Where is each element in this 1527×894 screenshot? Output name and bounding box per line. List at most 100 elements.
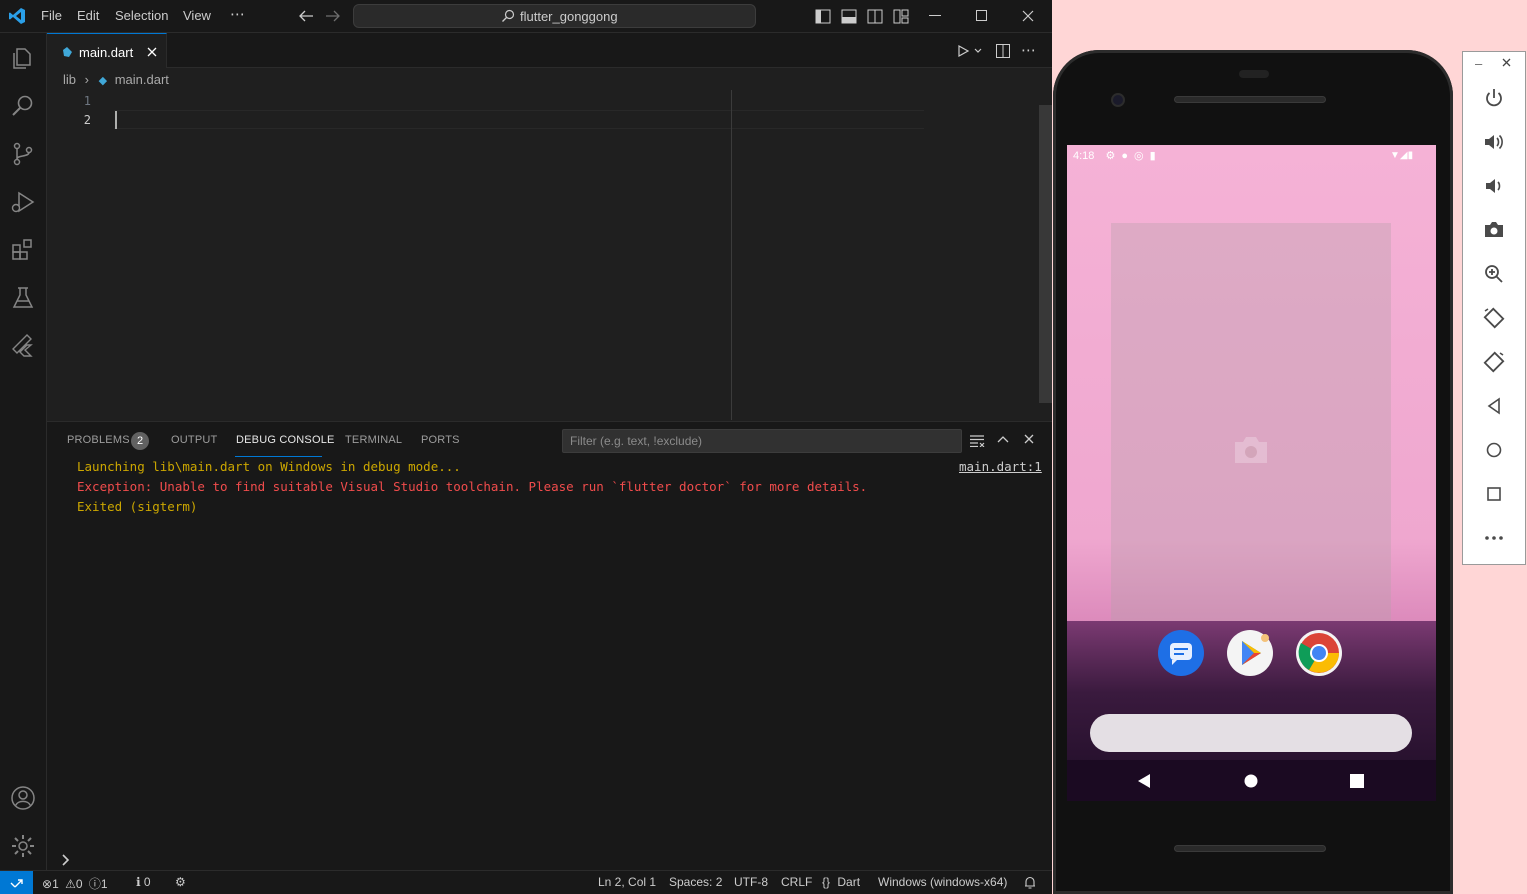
back-icon[interactable] <box>1483 395 1505 417</box>
warning-icon: ⚠ <box>65 877 76 891</box>
split-editor-icon[interactable] <box>996 44 1010 58</box>
title-bar: File Edit Selection View ⋯ flutter_gongg… <box>0 0 1052 33</box>
search-icon[interactable] <box>10 93 36 119</box>
android-screen[interactable]: 4:18 ⚙●◎▮ ▼◢▮ <box>1067 145 1436 801</box>
menu-view[interactable]: View <box>183 8 211 23</box>
remote-icon <box>10 876 23 889</box>
indentation[interactable]: Spaces: 2 <box>669 875 722 889</box>
flutter-icon[interactable] <box>10 333 36 359</box>
language-label: Dart <box>837 875 861 889</box>
breadcrumb-folder[interactable]: lib <box>63 72 76 87</box>
problems-status[interactable]: ⊗1 ⚠0 ⓘ1 <box>42 875 108 892</box>
source-location-link[interactable]: main.dart:1 <box>959 459 1042 474</box>
language-mode[interactable]: {} Dart <box>822 875 860 889</box>
clock: 4:18 <box>1073 150 1095 162</box>
line-number: 2 <box>83 113 91 127</box>
nav-back-icon[interactable] <box>1137 773 1151 789</box>
wifi-battery-icon: ▼◢▮ <box>1390 150 1414 161</box>
activity-bar <box>0 33 47 870</box>
breadcrumb-file[interactable]: main.dart <box>115 72 169 87</box>
close-icon[interactable] <box>1022 10 1034 22</box>
forward-arrow-icon[interactable] <box>325 9 341 23</box>
run-file-icon[interactable] <box>958 45 982 57</box>
search-icon <box>501 9 515 23</box>
tab-ports[interactable]: PORTS <box>421 434 460 446</box>
testing-icon[interactable] <box>10 285 36 311</box>
zoom-icon[interactable] <box>1483 263 1505 285</box>
console-prompt-chevron-icon[interactable] <box>61 854 70 866</box>
tab-terminal[interactable]: TERMINAL <box>345 434 402 446</box>
workspace-name: flutter_gonggong <box>520 9 618 24</box>
power-icon[interactable] <box>1483 87 1505 109</box>
clear-console-icon[interactable] <box>970 435 985 447</box>
emulator-toolbar: – <box>1462 51 1526 565</box>
text-cursor <box>115 111 117 129</box>
camera-placeholder-icon <box>1232 435 1270 465</box>
dart-file-icon: ◆ <box>98 75 108 87</box>
source-control-icon[interactable] <box>10 141 36 167</box>
command-center-search[interactable]: flutter_gonggong <box>353 4 756 28</box>
toggle-primary-sidebar-icon[interactable] <box>815 9 831 24</box>
camera-icon[interactable] <box>1483 219 1505 241</box>
volume-down-icon[interactable] <box>1483 175 1505 197</box>
overview-icon[interactable] <box>1483 483 1505 505</box>
menu-more[interactable]: ⋯ <box>230 5 245 23</box>
scrollbar-thumb[interactable] <box>1039 105 1052 403</box>
maximize-icon[interactable] <box>976 10 988 22</box>
settings-gear-icon[interactable] <box>10 833 36 859</box>
code-editor[interactable]: 1 2 <box>47 90 1052 420</box>
play-store-icon[interactable] <box>1227 630 1273 676</box>
cursor-position[interactable]: Ln 2, Col 1 <box>598 875 656 889</box>
nav-overview-icon[interactable] <box>1350 774 1364 788</box>
home-icon[interactable] <box>1483 439 1505 461</box>
customize-layout-icon[interactable] <box>893 9 909 24</box>
close-panel-icon[interactable] <box>1024 434 1034 444</box>
console-filter-input[interactable]: Filter (e.g. text, !exclude) <box>562 429 962 453</box>
end-of-line[interactable]: CRLF <box>781 875 812 889</box>
flutter-device[interactable]: Windows (windows-x64) <box>878 875 1007 889</box>
menu-edit[interactable]: Edit <box>77 8 99 23</box>
rotate-left-icon[interactable] <box>1483 307 1505 329</box>
minimize-icon[interactable] <box>929 15 941 17</box>
bottom-speaker <box>1174 845 1326 852</box>
menu-selection[interactable]: Selection <box>115 8 168 23</box>
messages-icon[interactable] <box>1158 630 1204 676</box>
nav-home-icon[interactable] <box>1244 774 1258 788</box>
back-arrow-icon[interactable] <box>298 9 314 23</box>
run-debug-icon[interactable] <box>10 189 36 215</box>
debug-icon[interactable]: ⚙ <box>175 875 186 889</box>
tab-main-dart[interactable]: main.dart <box>47 33 167 68</box>
console-line: Launching lib\main.dart on Windows in de… <box>77 459 461 474</box>
more-icon[interactable] <box>1483 527 1505 549</box>
tab-label: main.dart <box>79 45 134 60</box>
more-actions-icon[interactable]: ⋯ <box>1021 41 1036 59</box>
breadcrumb: lib › ◆ main.dart <box>63 72 169 87</box>
encoding[interactable]: UTF-8 <box>734 875 768 889</box>
editor-tabs: main.dart ⋯ <box>47 33 1052 68</box>
toggle-secondary-sidebar-icon[interactable] <box>867 9 883 24</box>
tab-debug-console[interactable]: DEBUG CONSOLE <box>236 434 335 446</box>
ports-status[interactable]: ℹ 0 <box>136 875 151 889</box>
rotate-right-icon[interactable] <box>1483 351 1505 373</box>
explorer-icon[interactable] <box>10 45 36 71</box>
tab-problems[interactable]: PROBLEMS <box>67 434 130 446</box>
google-search-bar[interactable] <box>1090 714 1412 752</box>
extensions-icon[interactable] <box>10 237 36 263</box>
chrome-icon[interactable] <box>1296 630 1342 676</box>
notifications-bell-icon[interactable] <box>1024 876 1036 889</box>
toolbar-close-icon[interactable] <box>1502 58 1511 67</box>
tab-output[interactable]: OUTPUT <box>171 434 217 446</box>
account-icon[interactable] <box>10 785 36 811</box>
remote-indicator[interactable] <box>0 871 33 894</box>
toggle-panel-icon[interactable] <box>841 9 857 24</box>
maximize-panel-icon[interactable] <box>997 435 1009 443</box>
android-status-bar: 4:18 ⚙●◎▮ <box>1073 149 1162 162</box>
tab-close-icon[interactable] <box>147 47 157 57</box>
front-camera <box>1111 93 1125 107</box>
toolbar-minimize-icon[interactable]: – <box>1475 56 1482 71</box>
vscode-logo-icon <box>8 7 26 25</box>
menu-file[interactable]: File <box>41 8 62 23</box>
error-count: 1 <box>52 877 59 891</box>
volume-up-icon[interactable] <box>1483 131 1505 153</box>
error-icon: ⊗ <box>42 877 53 891</box>
